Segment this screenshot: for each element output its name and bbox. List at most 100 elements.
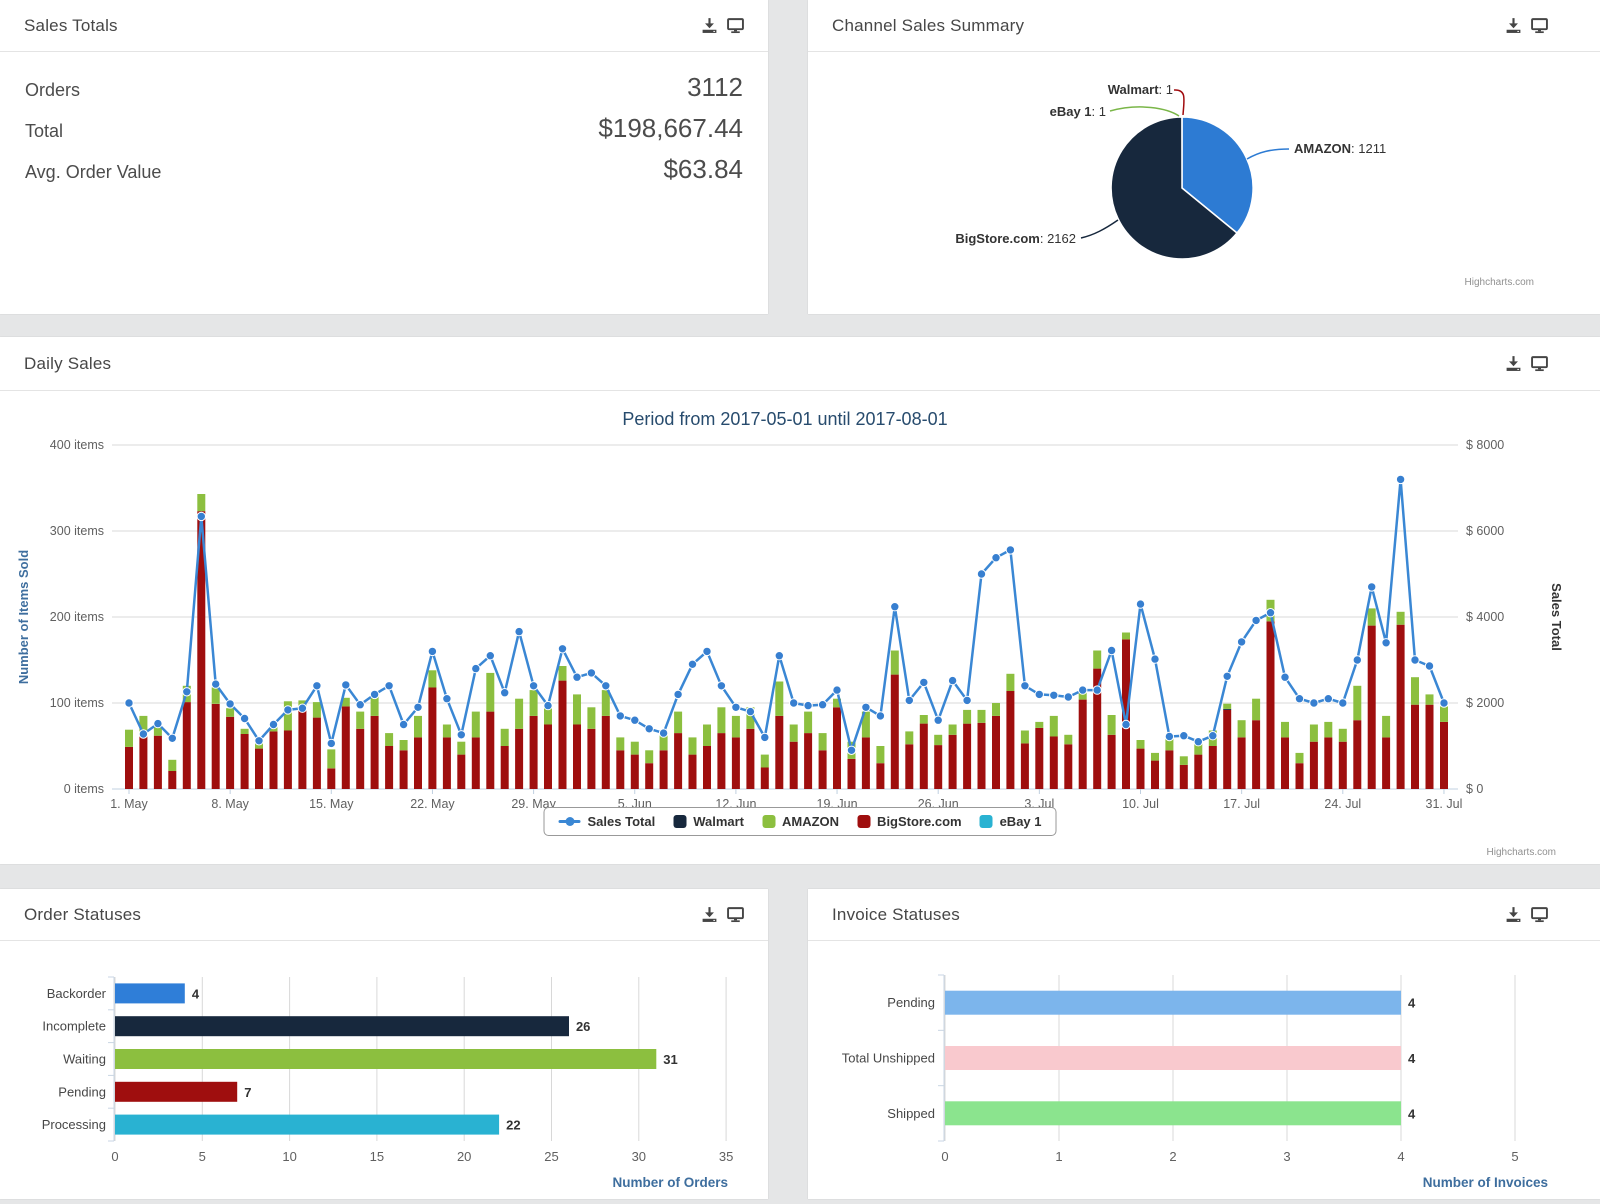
data-point[interactable] [1266, 609, 1274, 617]
bar-bigstore-com[interactable] [674, 733, 682, 789]
data-point[interactable] [1093, 686, 1101, 694]
bar-amazon[interactable] [313, 702, 321, 718]
bar-bigstore-com[interactable] [1411, 705, 1419, 789]
bar-bigstore-com[interactable] [905, 744, 913, 789]
data-point[interactable] [284, 706, 292, 714]
bar-amazon[interactable] [1339, 729, 1347, 742]
data-point[interactable] [356, 701, 364, 709]
data-point[interactable] [1122, 720, 1130, 728]
monitor-icon[interactable] [727, 906, 744, 923]
data-point[interactable] [139, 730, 147, 738]
data-point[interactable] [775, 652, 783, 660]
data-point[interactable] [732, 703, 740, 711]
bar-bigstore-com[interactable] [920, 724, 928, 789]
bar-bigstore-com[interactable] [1397, 625, 1405, 789]
bar-amazon[interactable] [515, 699, 523, 729]
bar-bigstore-com[interactable] [371, 716, 379, 789]
bar-amazon[interactable] [761, 755, 769, 768]
data-point[interactable] [876, 712, 884, 720]
data-point[interactable] [515, 627, 523, 635]
bar-bigstore-com[interactable] [226, 717, 234, 789]
bar-bigstore-com[interactable] [486, 712, 494, 789]
bar-bigstore-com[interactable] [1194, 755, 1202, 789]
bar-amazon[interactable] [978, 710, 986, 723]
bar-amazon[interactable] [1151, 753, 1159, 761]
data-point[interactable] [1339, 699, 1347, 707]
bar-bigstore-com[interactable] [1339, 742, 1347, 789]
data-point[interactable] [977, 570, 985, 578]
bar-bigstore-com[interactable] [934, 745, 942, 789]
data-point[interactable] [168, 734, 176, 742]
data-point[interactable] [1396, 475, 1404, 483]
bar-processing[interactable] [115, 1115, 499, 1135]
data-point[interactable] [645, 725, 653, 733]
bar-bigstore-com[interactable] [949, 735, 957, 789]
bar-amazon[interactable] [616, 737, 624, 750]
data-point[interactable] [934, 716, 942, 724]
bar-bigstore-com[interactable] [284, 731, 292, 790]
bar-amazon[interactable] [356, 712, 364, 729]
data-point[interactable] [616, 712, 624, 720]
bar-bigstore-com[interactable] [515, 729, 523, 789]
bar-bigstore-com[interactable] [1108, 735, 1116, 789]
bar-amazon[interactable] [168, 760, 176, 771]
legend-item-amazon[interactable]: AMAZON [762, 814, 839, 829]
bar-amazon[interactable] [1382, 716, 1390, 738]
bar-bigstore-com[interactable] [414, 737, 422, 789]
data-point[interactable] [1079, 686, 1087, 694]
data-point[interactable] [544, 701, 552, 709]
data-point[interactable] [240, 714, 248, 722]
data-point[interactable] [255, 737, 263, 745]
bar-amazon[interactable] [992, 703, 1000, 716]
bar-pending[interactable] [115, 1082, 237, 1102]
data-point[interactable] [1006, 546, 1014, 554]
bar-amazon[interactable] [530, 690, 538, 716]
bar-amazon[interactable] [428, 670, 436, 687]
bar-amazon[interactable] [1180, 756, 1188, 765]
bar-bigstore-com[interactable] [573, 725, 581, 790]
data-point[interactable] [472, 664, 480, 672]
bar-amazon[interactable] [457, 742, 465, 755]
data-point[interactable] [1021, 682, 1029, 690]
bar-bigstore-com[interactable] [703, 746, 711, 789]
data-point[interactable] [1064, 693, 1072, 701]
highcharts-credit[interactable]: Highcharts.com [1465, 277, 1534, 288]
bar-amazon[interactable] [573, 694, 581, 724]
data-point[interactable] [183, 688, 191, 696]
bar-bigstore-com[interactable] [544, 725, 552, 790]
data-point[interactable] [269, 720, 277, 728]
bar-bigstore-com[interactable] [746, 729, 754, 789]
data-point[interactable] [370, 690, 378, 698]
data-point[interactable] [399, 720, 407, 728]
data-point[interactable] [602, 682, 610, 690]
data-point[interactable] [226, 700, 234, 708]
bar-bigstore-com[interactable] [876, 763, 884, 789]
data-point[interactable] [674, 690, 682, 698]
data-point[interactable] [948, 676, 956, 684]
bar-amazon[interactable] [732, 716, 740, 738]
data-point[interactable] [573, 673, 581, 681]
bar-bigstore-com[interactable] [139, 735, 147, 789]
monitor-icon[interactable] [1531, 17, 1548, 34]
data-point[interactable] [1425, 662, 1433, 670]
bar-bigstore-com[interactable] [833, 707, 841, 789]
data-point[interactable] [905, 696, 913, 704]
data-point[interactable] [1035, 690, 1043, 698]
bar-bigstore-com[interactable] [775, 716, 783, 789]
data-point[interactable] [703, 647, 711, 655]
highcharts-credit[interactable]: Highcharts.com [1487, 847, 1556, 858]
bar-bigstore-com[interactable] [804, 733, 812, 789]
bar-amazon[interactable] [414, 716, 422, 738]
data-point[interactable] [1209, 732, 1217, 740]
data-point[interactable] [587, 669, 595, 677]
bar-bigstore-com[interactable] [183, 702, 191, 789]
data-point[interactable] [1310, 699, 1318, 707]
data-point[interactable] [125, 699, 133, 707]
legend-item-sales-total[interactable]: Sales Total [559, 814, 656, 829]
bar-bigstore-com[interactable] [1165, 750, 1173, 789]
data-point[interactable] [443, 695, 451, 703]
bar-amazon[interactable] [443, 725, 451, 738]
bar-bigstore-com[interactable] [1050, 737, 1058, 790]
data-point[interactable] [313, 682, 321, 690]
bar-amazon[interactable] [1252, 699, 1260, 721]
